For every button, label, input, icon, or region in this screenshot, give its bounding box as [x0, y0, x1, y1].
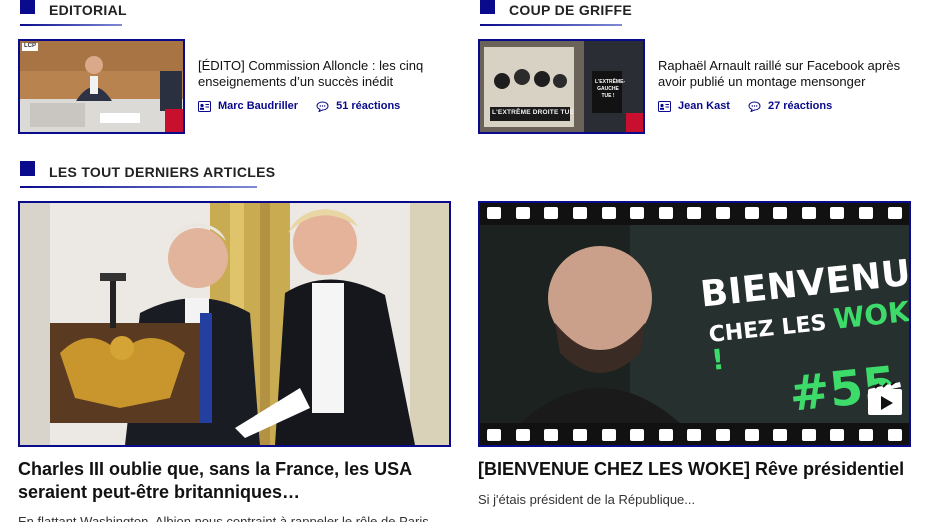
section-square-icon [20, 0, 35, 14]
author-link[interactable]: Jean Kast [678, 100, 730, 112]
reactions-link[interactable]: 51 réactions [336, 100, 400, 112]
author-card-icon [198, 100, 211, 112]
section-header-coup-de-griffe: COUP DE GRIFFE [480, 0, 632, 26]
reactions-link[interactable]: 27 réactions [768, 100, 832, 112]
section-header-editorial: EDITORIAL [20, 0, 127, 26]
section-title: LES TOUT DERNIERS ARTICLES [49, 164, 276, 180]
commission-hearing-image [20, 41, 183, 132]
state-dinner-photo [20, 203, 449, 445]
section-square-icon [20, 160, 35, 176]
section-header-latest: LES TOUT DERNIERS ARTICLES [20, 160, 276, 188]
section-title: EDITORIAL [49, 2, 127, 18]
editorial-thumbnail[interactable]: LCP [18, 39, 185, 134]
section-title: COUP DE GRIFFE [509, 2, 632, 18]
latest-right-excerpt: Si j'étais président de la République... [478, 492, 696, 507]
latest-left-excerpt: En flattant Washington, Albion nous cont… [18, 514, 429, 522]
post-tag: L'EXTRÊME-GAUCHE TUE ! [595, 79, 626, 99]
speech-bubble-icon [748, 100, 761, 112]
griffe-meta: Jean Kast 27 réactions [658, 100, 832, 112]
video-play-icon[interactable] [866, 381, 904, 419]
griffe-headline[interactable]: Raphaël Arnault raillé sur Facebook aprè… [658, 58, 908, 90]
section-rule [480, 24, 622, 26]
editorial-headline[interactable]: [ÉDITO] Commission Alloncle : les cinq e… [198, 58, 438, 90]
film-strip-bottom [480, 429, 909, 443]
author-link[interactable]: Marc Baudriller [218, 100, 298, 112]
channel-badge: LCP [24, 43, 36, 49]
section-square-icon [480, 0, 495, 14]
latest-left-image[interactable] [18, 201, 451, 447]
editorial-meta: Marc Baudriller 51 réactions [198, 100, 400, 112]
speech-bubble-icon [316, 100, 329, 112]
section-rule [20, 24, 122, 26]
latest-right-video[interactable]: BIENVENUE CHEZ LES WOKE ! #55 [478, 201, 911, 447]
griffe-thumbnail[interactable]: L'EXTRÊME DROITE TUE L'EXTRÊME-GAUCHE TU… [478, 39, 645, 134]
author-card-icon [658, 100, 671, 112]
poster-caption: L'EXTRÊME DROITE TUE [492, 109, 575, 116]
overlay-line-2-a: CHEZ LES [707, 309, 836, 348]
section-rule [20, 186, 257, 188]
latest-right-title[interactable]: [BIENVENUE CHEZ LES WOKE] Rêve président… [478, 458, 908, 481]
film-strip-top [480, 207, 909, 221]
latest-left-title[interactable]: Charles III oublie que, sans la France, … [18, 458, 438, 504]
